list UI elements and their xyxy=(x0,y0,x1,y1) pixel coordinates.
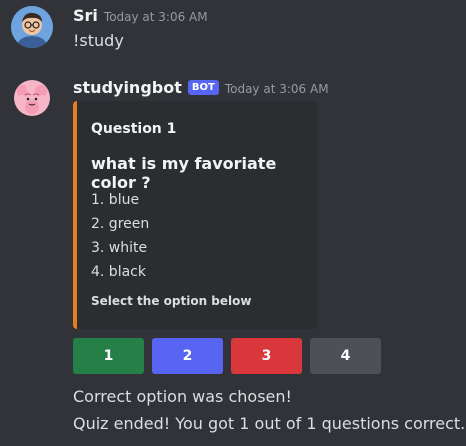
timestamp: Today at 3:06 AM xyxy=(103,10,208,24)
result-line: Quiz ended! You got 1 out of 1 questions… xyxy=(73,414,466,433)
option-item: 1. blue xyxy=(91,192,140,208)
timestamp: Today at 3:06 AM xyxy=(224,82,329,96)
option-1-button[interactable]: 1 xyxy=(73,338,144,374)
brain-avatar-icon[interactable] xyxy=(11,77,53,119)
bot-badge: BOT xyxy=(187,80,219,95)
message-text: !study xyxy=(73,31,124,50)
result-line: Correct option was chosen! xyxy=(73,387,292,406)
option-item: 2. green xyxy=(91,216,150,232)
username[interactable]: studyingbot xyxy=(73,78,182,97)
option-item: 3. white xyxy=(91,240,148,256)
message-header: Sri Today at 3:06 AM xyxy=(73,6,208,25)
person-avatar-icon[interactable] xyxy=(11,6,53,48)
option-3-button[interactable]: 3 xyxy=(231,338,302,374)
option-2-button[interactable]: 2 xyxy=(152,338,223,374)
message-header: studyingbot BOT Today at 3:06 AM xyxy=(73,78,329,97)
option-4-button[interactable]: 4 xyxy=(310,338,381,374)
username[interactable]: Sri xyxy=(73,6,98,25)
embed-options: 1. blue 2. green 3. white 4. black xyxy=(91,188,149,284)
embed-title: what is my favoriate color ? xyxy=(91,154,277,192)
option-item: 4. black xyxy=(91,264,146,280)
embed-author: Question 1 xyxy=(91,121,177,137)
embed-footer: Select the option below xyxy=(91,294,252,308)
question-embed: Question 1 what is my favoriate color ? … xyxy=(73,101,318,329)
